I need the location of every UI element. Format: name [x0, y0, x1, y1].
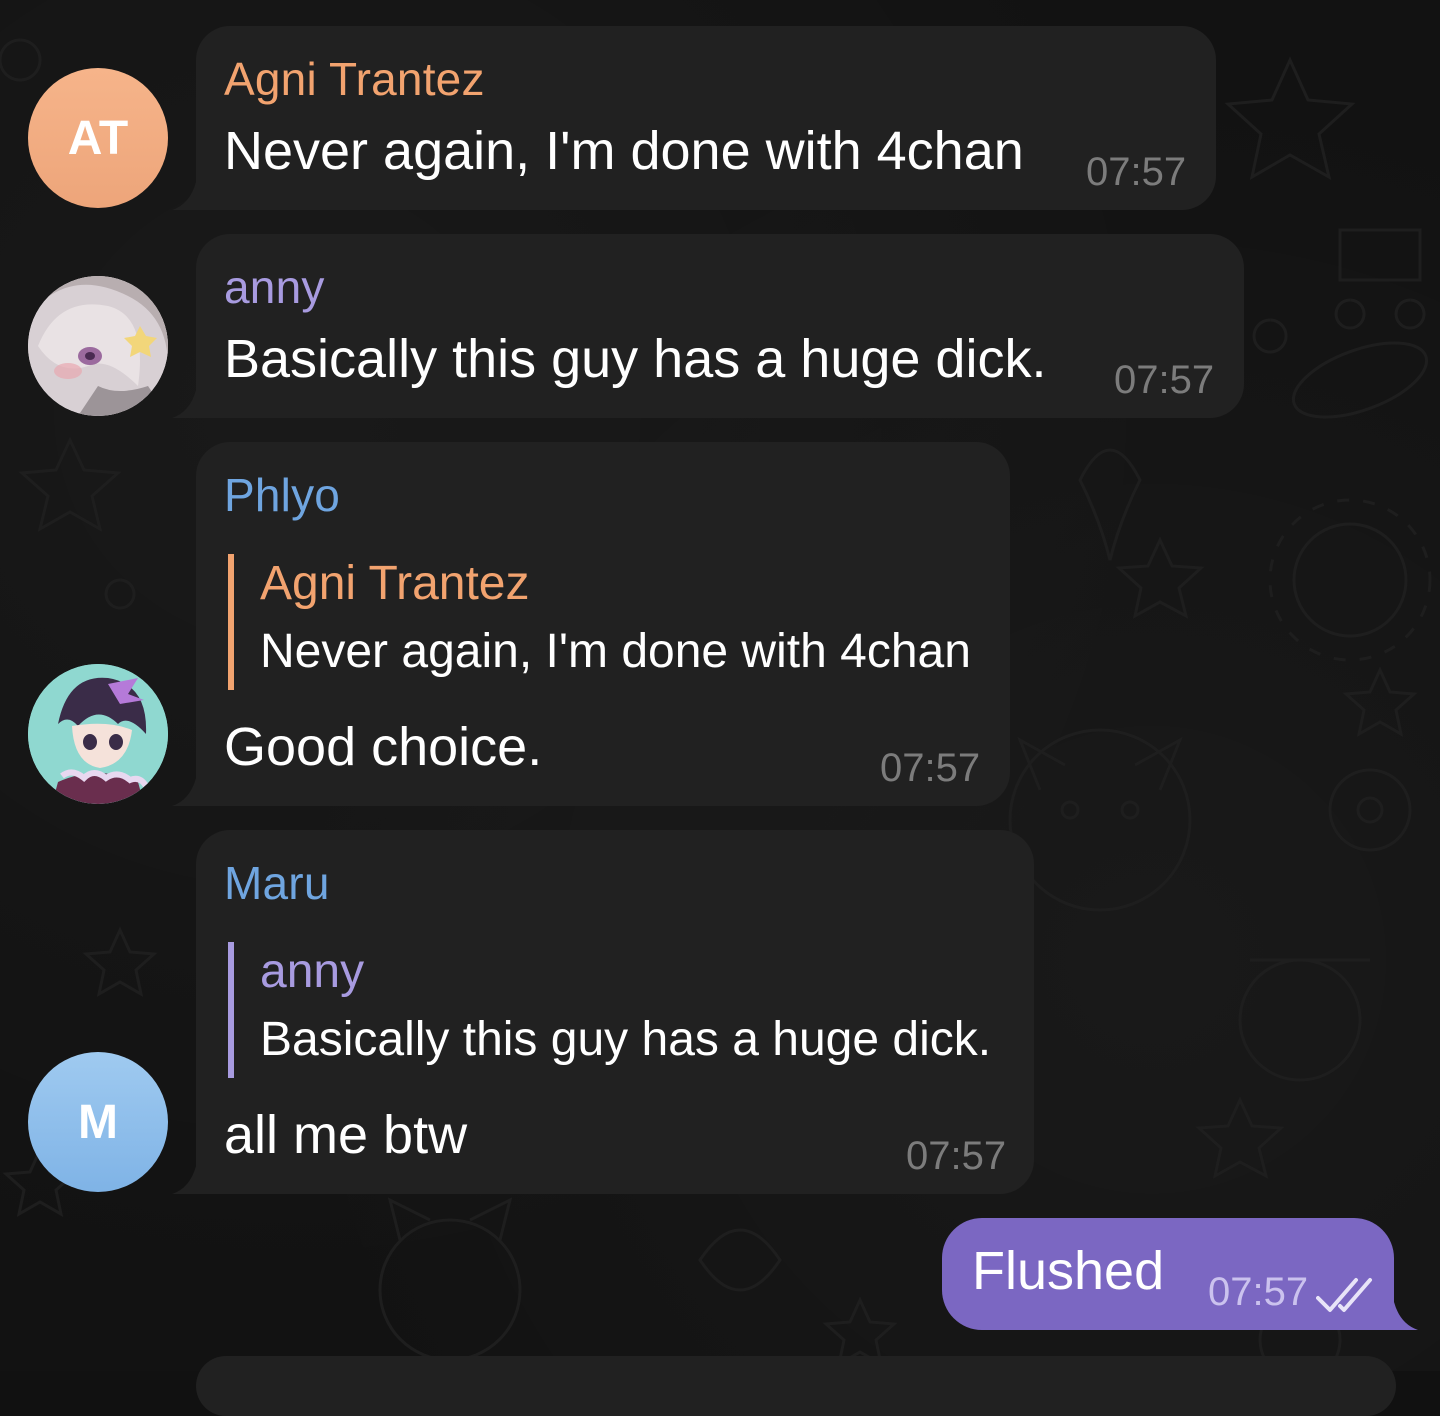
avatar-initials: M [78, 1095, 118, 1149]
reply-sender: Agni Trantez [260, 557, 530, 610]
message-text: Never again, I'm done with 4chan [224, 121, 1024, 181]
message-text: Basically this guy has a huge dick. [224, 329, 1047, 389]
message-time: 07:57 [906, 1134, 1007, 1178]
message-time: 07:57 [1086, 150, 1187, 194]
avatar-anny[interactable] [28, 276, 168, 416]
avatar-maru[interactable]: M [28, 1052, 168, 1192]
next-message-bubble-partial[interactable] [196, 1356, 1396, 1416]
sender-name[interactable]: Agni Trantez [224, 52, 485, 106]
reply-quote[interactable]: anny Basically this guy has a huge dick. [228, 942, 991, 1078]
double-check-icon [1316, 1278, 1372, 1312]
message-time: 07:57 [1114, 358, 1215, 402]
message-text: Flushed [972, 1241, 1165, 1301]
bubble-tail [1388, 1302, 1418, 1330]
reply-text: Never again, I'm done with 4chan [260, 625, 971, 678]
avatar-phlyo[interactable] [28, 664, 168, 804]
reply-quote[interactable]: Agni Trantez Never again, I'm done with … [228, 554, 971, 690]
outgoing-message-bubble[interactable]: Flushed 07:57 [942, 1218, 1418, 1330]
sender-name[interactable]: anny [224, 260, 325, 314]
anime-girl-avatar-icon [28, 276, 168, 416]
bubble-tail [172, 182, 202, 210]
avatar-agni-trantez[interactable]: AT [28, 68, 168, 208]
sender-name[interactable]: Phlyo [224, 468, 340, 522]
message-bubble[interactable]: anny Basically this guy has a huge dick.… [172, 234, 1244, 418]
message-time: 07:57 [1208, 1270, 1309, 1314]
avatar-initials: AT [67, 111, 129, 165]
anime-boy-avatar-icon [28, 664, 168, 804]
message-bubble[interactable]: Maru anny Basically this guy has a huge … [172, 830, 1034, 1194]
message-time: 07:57 [880, 746, 981, 790]
bubble-tail [172, 778, 202, 806]
message-bubble[interactable]: Phlyo Agni Trantez Never again, I'm done… [172, 442, 1010, 806]
message-text: all me btw [224, 1105, 468, 1165]
reply-text: Basically this guy has a huge dick. [260, 1013, 992, 1066]
bubble-tail [172, 1166, 202, 1194]
bubble-tail [172, 390, 202, 418]
message-text: Good choice. [224, 717, 543, 777]
sender-name[interactable]: Maru [224, 856, 330, 910]
message-bubble[interactable]: Agni Trantez Never again, I'm done with … [172, 26, 1216, 210]
reply-sender: anny [260, 945, 365, 998]
